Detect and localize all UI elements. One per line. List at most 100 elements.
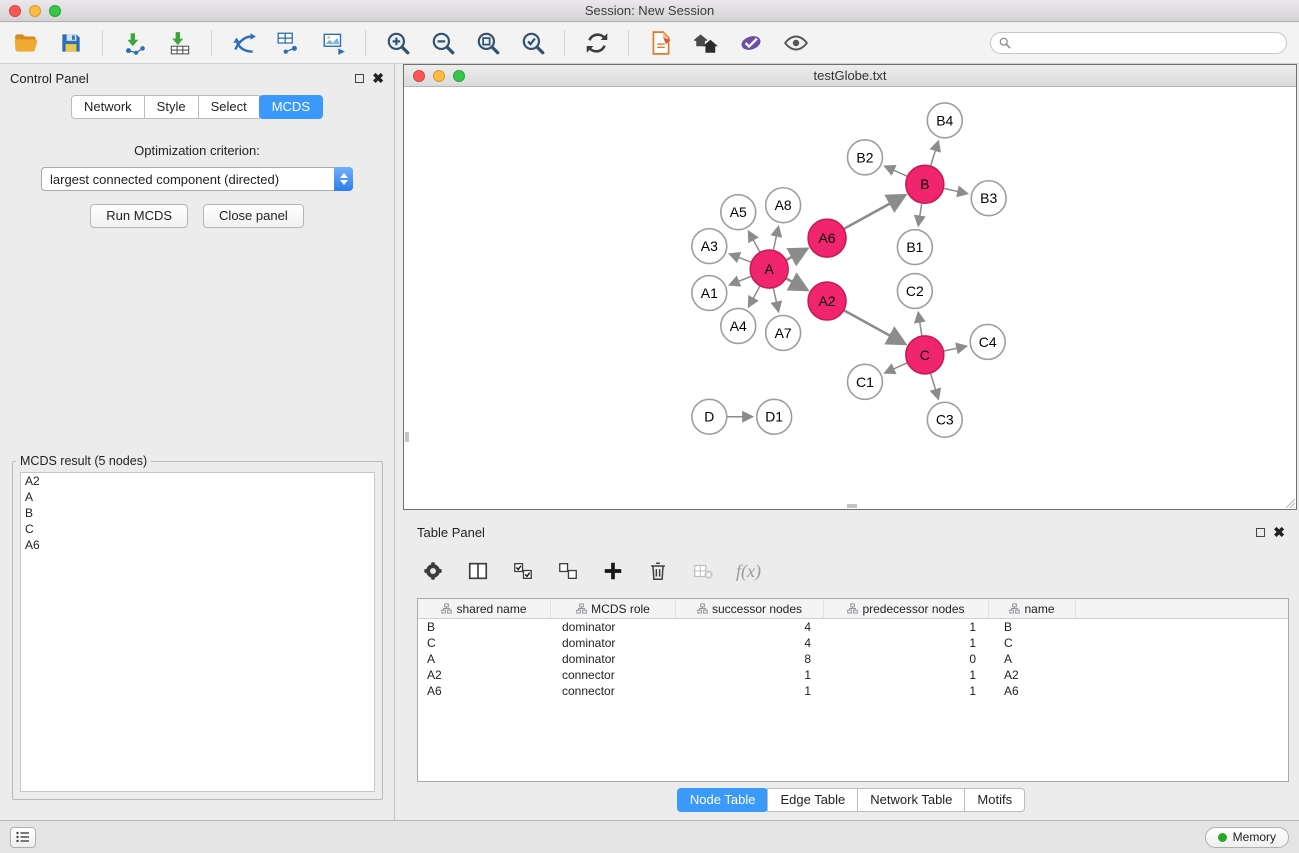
network-edge[interactable] <box>885 166 907 176</box>
network-minimize-button[interactable] <box>433 70 445 82</box>
network-node[interactable]: D <box>692 399 727 434</box>
show-graphics-eye-icon[interactable] <box>782 30 809 57</box>
validator-icon[interactable] <box>737 30 764 57</box>
function-builder-icon[interactable]: f(x) <box>736 561 761 582</box>
network-edge[interactable] <box>773 288 778 311</box>
network-edge[interactable] <box>931 142 939 166</box>
vertical-scroll-mark[interactable] <box>405 432 409 442</box>
search-input[interactable] <box>1016 36 1278 50</box>
mcds-result-item[interactable]: A6 <box>21 537 374 553</box>
table-row[interactable]: Bdominator41B <box>418 619 1288 635</box>
open-session-icon[interactable] <box>12 30 39 57</box>
tab-network-table[interactable]: Network Table <box>857 788 965 812</box>
minimize-window-button[interactable] <box>29 5 41 17</box>
float-table-panel-icon[interactable] <box>1256 528 1265 537</box>
criterion-dropdown[interactable]: largest connected component (directed) <box>41 167 353 191</box>
table-row[interactable]: Cdominator41C <box>418 635 1288 651</box>
home-pages-icon[interactable] <box>692 30 719 57</box>
zoom-out-icon[interactable] <box>429 30 456 57</box>
network-node[interactable]: A6 <box>808 219 846 257</box>
resize-grip-icon[interactable] <box>1283 496 1295 508</box>
close-table-panel-icon[interactable]: ✖ <box>1273 528 1285 537</box>
network-edge[interactable] <box>730 254 751 262</box>
network-node[interactable]: A5 <box>721 195 756 230</box>
search-field[interactable] <box>990 32 1287 54</box>
zoom-window-button[interactable] <box>49 5 61 17</box>
network-node[interactable]: A <box>750 250 788 288</box>
network-edge[interactable] <box>730 276 751 284</box>
column-header-name[interactable]: name <box>989 599 1076 618</box>
mcds-result-list[interactable]: A2ABCA6 <box>20 472 375 792</box>
network-edge[interactable] <box>930 373 938 398</box>
new-network-icon[interactable] <box>230 30 257 57</box>
table-row[interactable]: Adominator80A <box>418 651 1288 667</box>
network-node[interactable]: A2 <box>808 282 846 320</box>
table-row[interactable]: A6connector11A6 <box>418 683 1288 699</box>
network-edge[interactable] <box>786 278 806 289</box>
network-node[interactable]: B1 <box>897 230 932 265</box>
mcds-result-item[interactable]: C <box>21 521 374 537</box>
network-node[interactable]: B2 <box>848 140 883 175</box>
zoom-fit-icon[interactable] <box>474 30 501 57</box>
horizontal-scroll-mark[interactable] <box>847 504 857 508</box>
network-node[interactable]: A7 <box>766 315 801 350</box>
tab-select[interactable]: Select <box>198 95 260 119</box>
show-column-icon[interactable] <box>466 559 490 583</box>
import-network-icon[interactable] <box>121 30 148 57</box>
network-node[interactable]: B4 <box>927 103 962 138</box>
network-close-button[interactable] <box>413 70 425 82</box>
mcds-result-item[interactable]: A2 <box>21 473 374 489</box>
network-edge[interactable] <box>749 232 760 252</box>
network-edge[interactable] <box>885 363 907 373</box>
mcds-result-item[interactable]: B <box>21 505 374 521</box>
delete-column-icon[interactable] <box>646 559 670 583</box>
mcds-result-item[interactable]: A <box>21 489 374 505</box>
column-header-shared-name[interactable]: shared name <box>418 599 551 618</box>
column-header-mcds-role[interactable]: MCDS role <box>551 599 676 618</box>
task-history-button[interactable] <box>10 827 36 848</box>
network-node[interactable]: A3 <box>692 229 727 264</box>
network-edge[interactable] <box>786 249 806 260</box>
table-row[interactable]: A2connector11A2 <box>418 667 1288 683</box>
column-header-successor-nodes[interactable]: successor nodes <box>676 599 824 618</box>
memory-button[interactable]: Memory <box>1205 827 1289 848</box>
import-table-icon[interactable] <box>166 30 193 57</box>
network-canvas[interactable]: B4B2BB3A5A8A6A3AB1A1A2C2A4A7C4C1CDD1C3 <box>404 87 1296 509</box>
tab-network[interactable]: Network <box>71 95 145 119</box>
export-image-icon[interactable] <box>320 30 347 57</box>
tab-style[interactable]: Style <box>144 95 199 119</box>
deselect-all-rows-icon[interactable] <box>556 559 580 583</box>
network-node[interactable]: A4 <box>721 308 756 343</box>
zoom-selected-icon[interactable] <box>519 30 546 57</box>
network-node[interactable]: C2 <box>897 274 932 309</box>
apply-layout-icon[interactable] <box>583 30 610 57</box>
network-edge[interactable] <box>918 313 922 336</box>
network-node[interactable]: C <box>906 336 944 374</box>
close-panel-button[interactable]: Close panel <box>203 204 304 228</box>
tab-motifs[interactable]: Motifs <box>964 788 1025 812</box>
close-window-button[interactable] <box>9 5 21 17</box>
delete-table-icon[interactable] <box>691 559 715 583</box>
network-edge[interactable] <box>773 227 778 250</box>
network-edge[interactable] <box>943 346 965 351</box>
network-edge[interactable] <box>844 196 904 229</box>
run-mcds-button[interactable]: Run MCDS <box>90 204 188 228</box>
network-node[interactable]: B3 <box>971 181 1006 216</box>
network-node[interactable]: A8 <box>766 188 801 223</box>
network-edge[interactable] <box>749 286 760 306</box>
network-node[interactable]: C1 <box>848 364 883 399</box>
network-graph[interactable]: B4B2BB3A5A8A6A3AB1A1A2C2A4A7C4C1CDD1C3 <box>404 87 1296 509</box>
tab-mcds[interactable]: MCDS <box>259 95 323 119</box>
network-edge[interactable] <box>844 310 904 343</box>
close-panel-icon[interactable]: ✖ <box>372 74 384 83</box>
network-node[interactable]: C3 <box>927 402 962 437</box>
network-edge[interactable] <box>943 188 966 193</box>
select-all-rows-icon[interactable] <box>511 559 535 583</box>
column-header-predecessor-nodes[interactable]: predecessor nodes <box>824 599 989 618</box>
network-table-icon[interactable] <box>275 30 302 57</box>
network-node[interactable]: B <box>906 165 944 203</box>
network-edge[interactable] <box>918 203 921 225</box>
network-node[interactable]: A1 <box>692 276 727 311</box>
network-node[interactable]: C4 <box>970 324 1005 359</box>
tab-node-table[interactable]: Node Table <box>677 788 769 812</box>
